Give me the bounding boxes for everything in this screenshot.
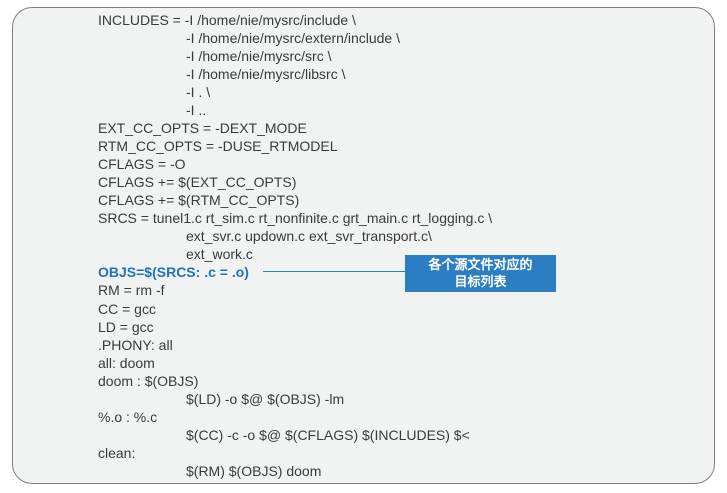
code-line-include-current: -I . \ — [186, 84, 211, 100]
code-line-link-cmd: $(LD) -o $@ $(OBJS) -lm — [186, 391, 345, 407]
code-line-ext-cc-opts: EXT_CC_OPTS = -DEXT_MODE — [98, 120, 307, 136]
code-line-cflags-rtm: CFLAGS += $(RTM_CC_OPTS) — [98, 192, 300, 208]
code-line-phony: .PHONY: all — [98, 337, 173, 353]
code-line-cflags: CFLAGS = -O — [98, 156, 186, 172]
code-line-clean: clean: — [98, 445, 136, 461]
code-line-compile-cmd: $(CC) -c -o $@ $(CFLAGS) $(INCLUDES) $< — [186, 427, 470, 443]
code-line-ld: LD = gcc — [98, 319, 154, 335]
code-line-all: all: doom — [98, 355, 155, 371]
callout-connector-line — [263, 271, 405, 272]
code-line-include-parent: -I .. — [186, 102, 207, 118]
code-line-cc: CC = gcc — [98, 301, 156, 317]
code-line-cflags-ext: CFLAGS += $(EXT_CC_OPTS) — [98, 174, 297, 190]
code-line-srcs-cont2: ext_work.c — [186, 246, 253, 262]
code-line-doom: doom : $(OBJS) — [98, 373, 199, 389]
code-line-rm: RM = rm -f — [98, 282, 165, 298]
code-line-srcs: SRCS = tunel1.c rt_sim.c rt_nonfinite.c … — [98, 210, 493, 226]
code-line-pattern-rule: %.o : %.c — [98, 409, 158, 425]
code-line-include-src: -I /home/nie/mysrc/src \ — [186, 48, 332, 64]
code-line-objs: OBJS=$(SRCS: .c = .o) — [98, 264, 249, 280]
callout-box: 各个源文件对应的 目标列表 — [405, 255, 556, 292]
code-line-includes: INCLUDES = -I /home/nie/mysrc/include \ — [98, 12, 356, 28]
code-line-include-extern: -I /home/nie/mysrc/extern/include \ — [186, 30, 400, 46]
code-line-rtm-cc-opts: RTM_CC_OPTS = -DUSE_RTMODEL — [98, 138, 338, 154]
callout-text-line1: 各个源文件对应的 — [428, 258, 533, 273]
code-line-include-libsrc: -I /home/nie/mysrc/libsrc \ — [186, 66, 346, 82]
callout-text-line2: 目标列表 — [454, 275, 507, 290]
code-line-clean-cmd: $(RM) $(OBJS) doom — [186, 463, 322, 479]
code-line-srcs-cont1: ext_svr.c updown.c ext_svr_transport.c\ — [186, 228, 432, 244]
